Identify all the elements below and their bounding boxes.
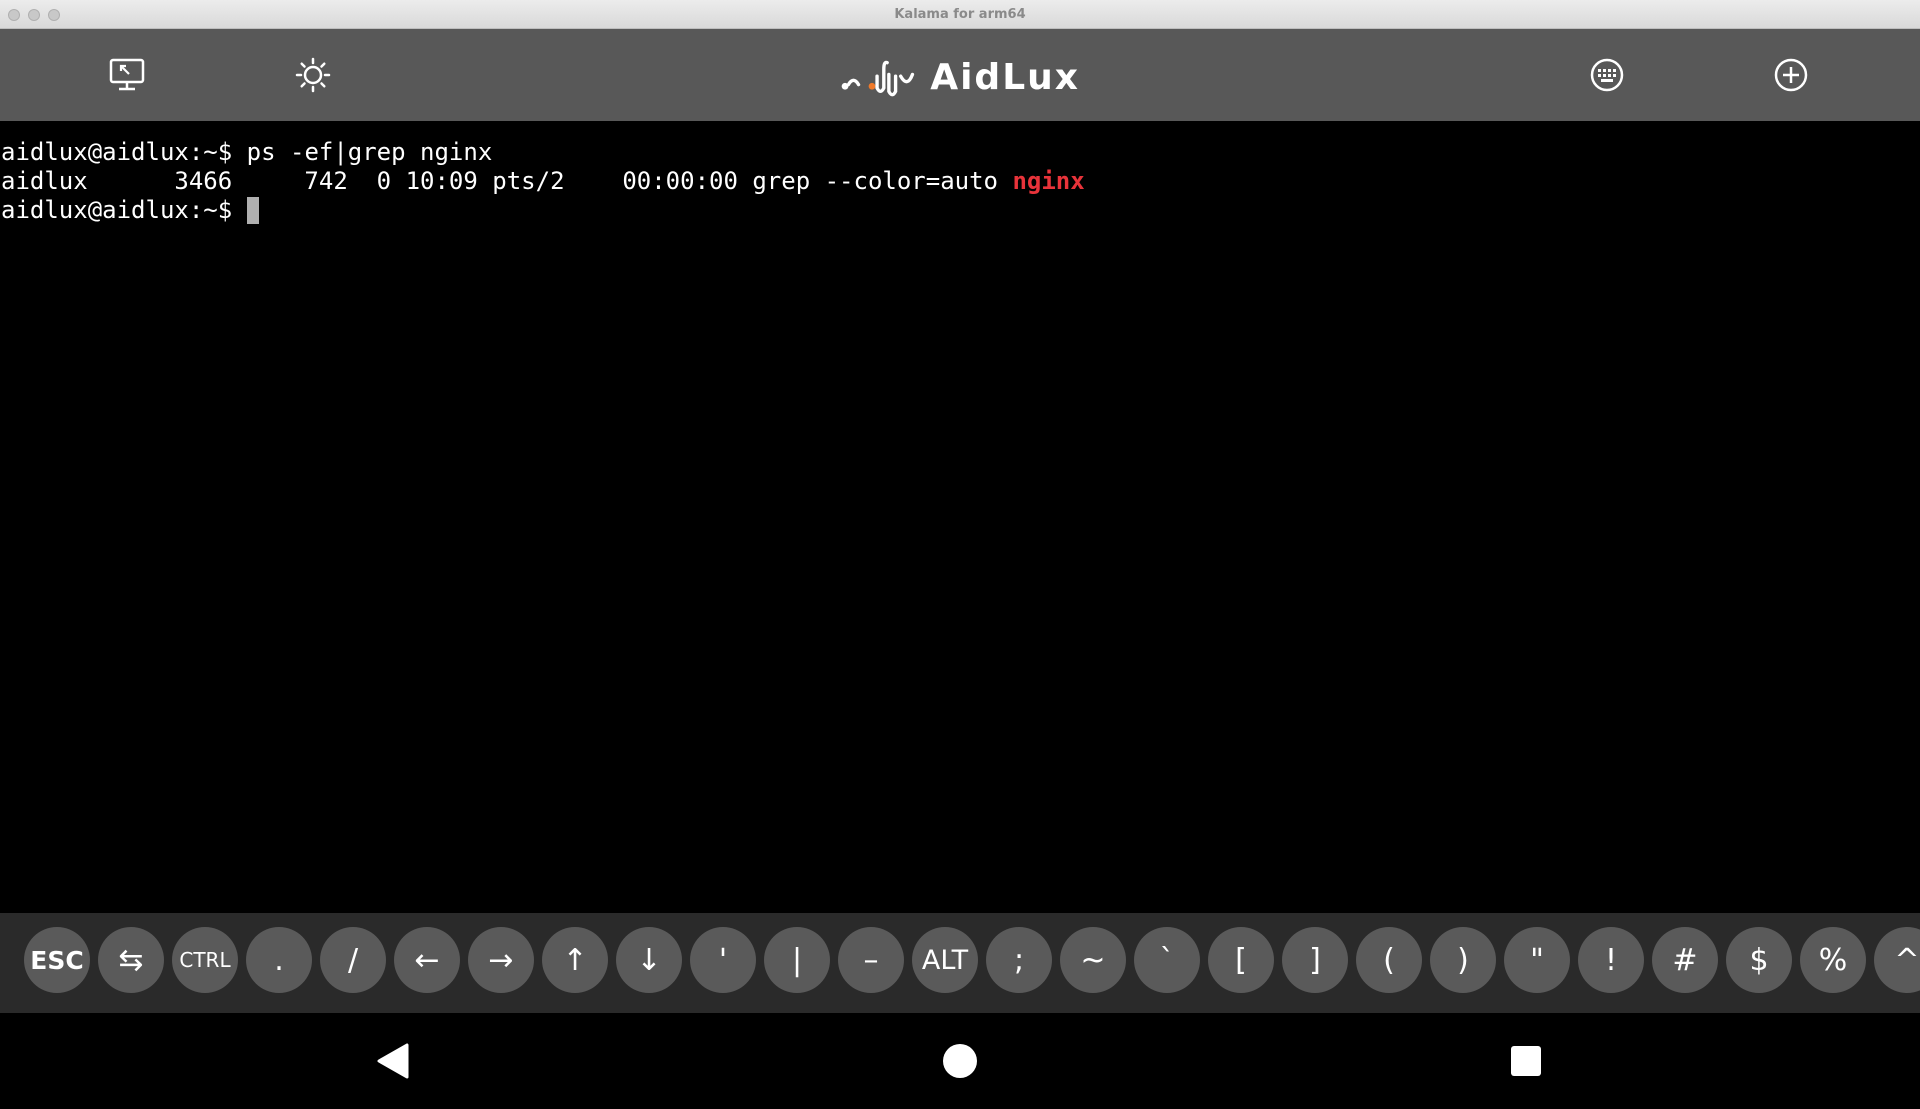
key-percent-button[interactable]: % [1800, 927, 1866, 993]
terminal-match-highlight: nginx [1012, 167, 1085, 195]
terminal-line: aidlux 3466 742 0 10:09 pts/2 00:00:00 g… [0, 167, 1920, 196]
key-caret-button[interactable]: ^ [1874, 927, 1920, 993]
desktop-button[interactable] [103, 51, 151, 99]
key-apostrophe-button[interactable]: ' [690, 927, 756, 993]
home-button[interactable] [940, 1041, 980, 1081]
key-right-bracket-button[interactable]: ] [1282, 927, 1348, 993]
key-dollar-button[interactable]: $ [1726, 927, 1792, 993]
android-navbar [0, 1013, 1920, 1109]
terminal-cursor [246, 197, 259, 224]
aidlux-logo-icon [841, 60, 915, 97]
add-circle-icon [1774, 58, 1808, 92]
key-semicolon-button[interactable]: ; [986, 927, 1052, 993]
key-arrow-left-button[interactable]: ← [394, 927, 460, 993]
key-arrow-down-button[interactable]: ↓ [616, 927, 682, 993]
recents-button[interactable] [1506, 1041, 1546, 1081]
brightness-icon [295, 57, 331, 93]
key-ctrl-button[interactable]: CTRL [172, 927, 238, 993]
add-session-button[interactable] [1767, 51, 1815, 99]
app-header: AidLux [0, 29, 1920, 121]
terminal-line: aidlux@aidlux:~$ ps -ef|grep nginx [0, 138, 1920, 167]
window-titlebar: Kalama for arm64 [0, 0, 1920, 29]
brightness-button[interactable] [289, 51, 337, 99]
key-arrow-up-button[interactable]: ↑ [542, 927, 608, 993]
keyboard-icon [1590, 58, 1624, 92]
key-dash-button[interactable]: – [838, 927, 904, 993]
terminal-line: aidlux@aidlux:~$ [0, 196, 1920, 225]
key-right-paren-button[interactable]: ) [1430, 927, 1496, 993]
key-pipe-button[interactable]: | [764, 927, 830, 993]
terminal-output-text: aidlux 3466 742 0 10:09 pts/2 00:00:00 g… [1, 167, 1013, 195]
key-left-paren-button[interactable]: ( [1356, 927, 1422, 993]
key-alt-button[interactable]: ALT [912, 927, 978, 993]
recents-icon [1511, 1046, 1541, 1076]
aidlux-logo: AidLux [840, 49, 1080, 105]
keyboard-button[interactable] [1583, 51, 1631, 99]
key-backtick-button[interactable]: ` [1134, 927, 1200, 993]
back-icon [377, 1043, 409, 1079]
key-left-bracket-button[interactable]: [ [1208, 927, 1274, 993]
key-arrow-right-button[interactable]: → [468, 927, 534, 993]
key-slash-button[interactable]: / [320, 927, 386, 993]
terminal-command: ps -ef|grep nginx [246, 138, 493, 166]
key-hash-button[interactable]: # [1652, 927, 1718, 993]
key-tab-button[interactable]: ⇆ [98, 927, 164, 993]
key-tilde-button[interactable]: ~ [1060, 927, 1126, 993]
home-icon [943, 1044, 977, 1078]
back-button[interactable] [372, 1041, 412, 1081]
extra-keys-bar: ESC ⇆ CTRL. / ← → ↑ ↓ ' | – ALT; ~ `[]() "! # $% ^ [0, 913, 1920, 1013]
terminal-output[interactable]: aidlux@aidlux:~$ ps -ef|grep nginx aidlu… [0, 121, 1920, 913]
key-exclamation-button[interactable]: ! [1578, 927, 1644, 993]
logo-text: AidLux [930, 56, 1080, 98]
window-title: Kalama for arm64 [894, 7, 1026, 22]
key-double-quote-button[interactable]: " [1504, 927, 1570, 993]
key-esc-button[interactable]: ESC [24, 927, 90, 993]
key-period-button[interactable]: . [246, 927, 312, 993]
desktop-icon [109, 58, 145, 91]
terminal-prompt: aidlux@aidlux:~$ [1, 196, 247, 224]
terminal-prompt: aidlux@aidlux:~$ [1, 138, 247, 166]
